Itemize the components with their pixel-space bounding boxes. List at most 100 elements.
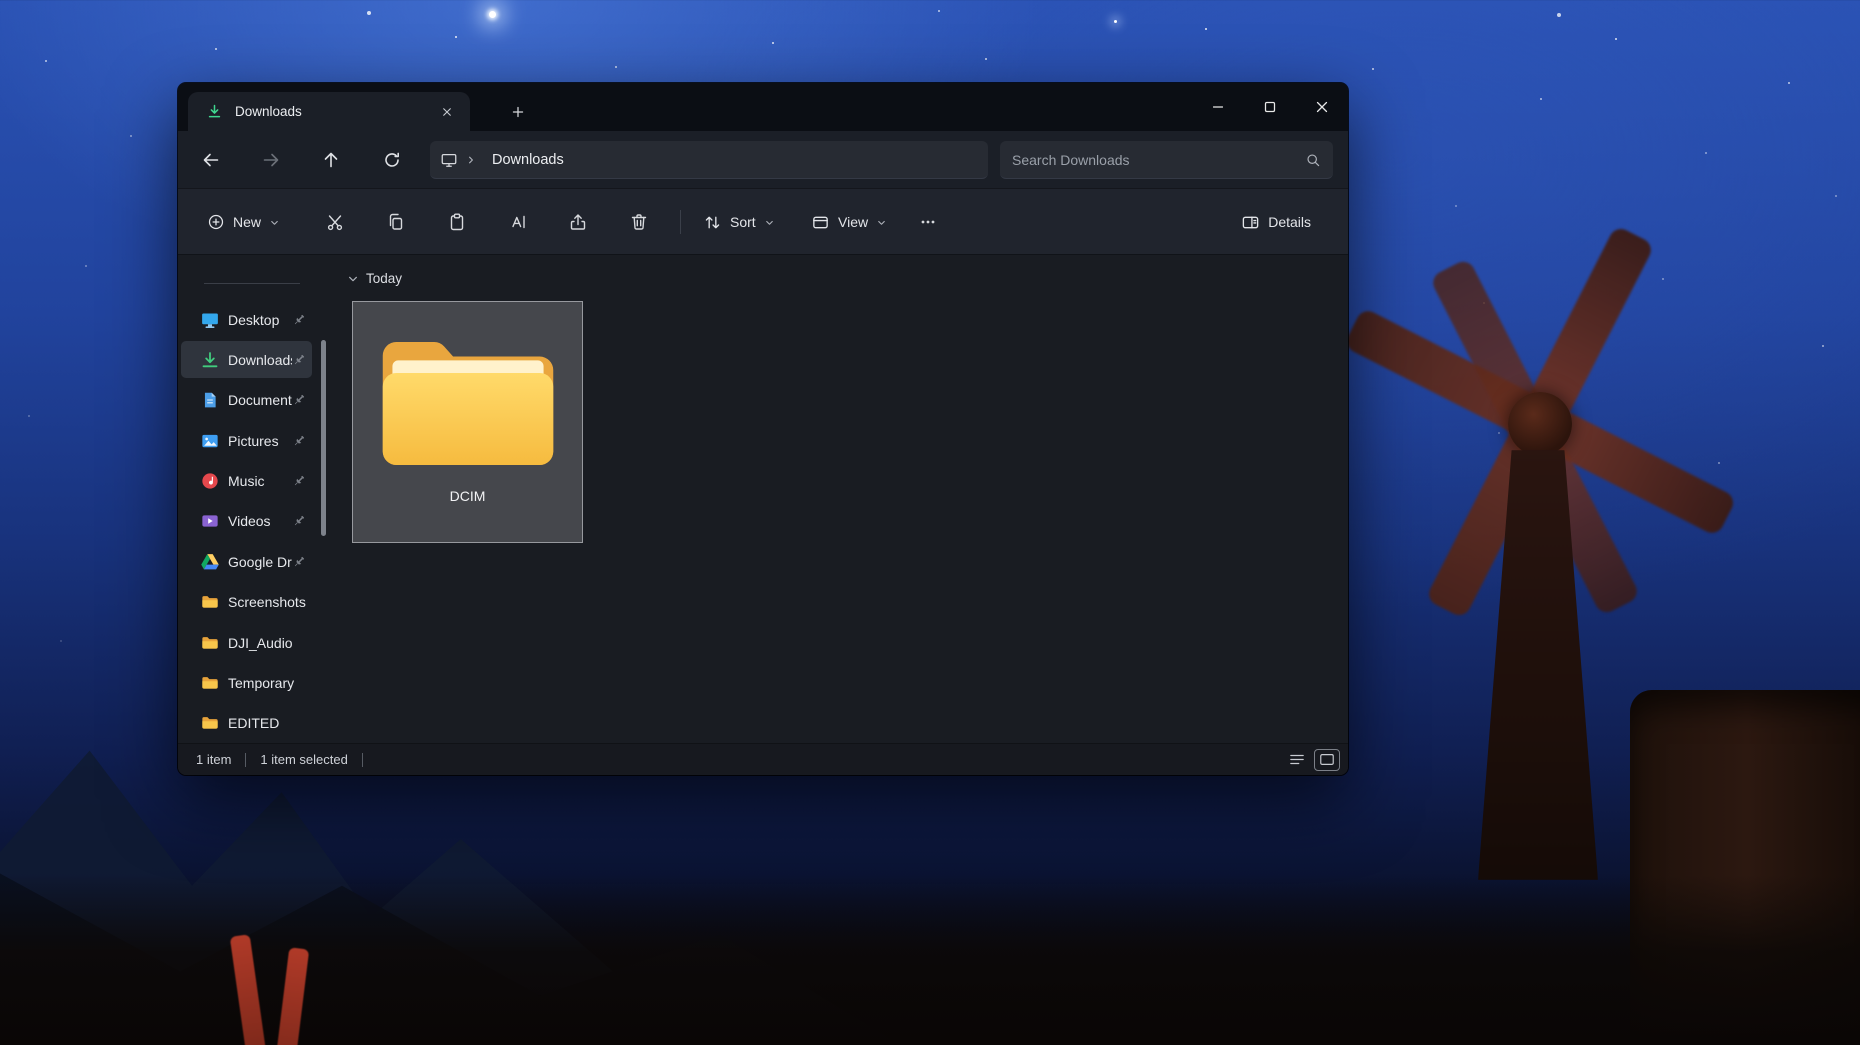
pin-icon [292, 434, 306, 448]
sidebar-item-downloads[interactable]: Downloads [181, 341, 312, 378]
sidebar-item-label: Pictures [228, 433, 292, 449]
group-header-today[interactable]: Today [347, 271, 402, 286]
documents-icon [201, 391, 219, 409]
pin-icon [292, 474, 306, 488]
forward-button[interactable] [251, 140, 291, 180]
explorer-content: Desktop Downloads [178, 255, 1348, 743]
new-button-label: New [233, 214, 261, 230]
sidebar-item-label: Temporary [228, 675, 306, 691]
selection-status: 1 item selected [260, 752, 347, 767]
music-icon [201, 472, 219, 490]
new-tab-button[interactable] [504, 98, 532, 126]
more-options-button[interactable] [908, 204, 948, 240]
chevron-down-icon [764, 217, 775, 228]
copy-button[interactable] [376, 204, 416, 240]
search-input[interactable] [1012, 152, 1305, 168]
tab-title: Downloads [235, 104, 434, 119]
delete-button[interactable] [619, 204, 659, 240]
view-button[interactable]: View [800, 204, 898, 240]
sort-button[interactable]: Sort [692, 204, 786, 240]
cut-button[interactable] [315, 204, 355, 240]
sidebar-item-google-drive[interactable]: Google Drive [181, 543, 312, 580]
starfield [0, 0, 2, 2]
folder-icon [201, 714, 219, 732]
pin-icon [292, 514, 306, 528]
tab-close-icon[interactable] [434, 99, 460, 125]
sidebar-divider [204, 283, 300, 284]
sort-icon [703, 213, 722, 232]
view-button-label: View [838, 214, 868, 230]
sidebar-item-temporary[interactable]: Temporary [181, 665, 312, 702]
videos-icon [201, 512, 219, 530]
chevron-down-icon [269, 217, 280, 228]
address-bar[interactable]: Downloads [430, 141, 988, 179]
pictures-icon [201, 432, 219, 450]
sidebar-item-label: Screenshots [228, 594, 306, 610]
breadcrumb-chevron-icon[interactable] [464, 153, 478, 167]
file-item-dcim[interactable]: DCIM [352, 301, 583, 543]
refresh-button[interactable] [372, 140, 412, 180]
view-icon [811, 213, 830, 232]
new-button[interactable]: New [196, 204, 291, 240]
google-drive-icon [201, 553, 219, 571]
sidebar-scrollbar[interactable] [321, 340, 326, 536]
file-explorer-window: Downloads [178, 83, 1348, 775]
folder-icon [201, 674, 219, 692]
sidebar-item-screenshots[interactable]: Screenshots [181, 584, 312, 621]
back-button[interactable] [191, 140, 231, 180]
close-button[interactable] [1296, 83, 1348, 131]
window-controls [1192, 83, 1348, 131]
details-pane-button[interactable]: Details [1230, 204, 1322, 240]
maximize-button[interactable] [1244, 83, 1296, 131]
download-tab-icon [206, 103, 223, 120]
chevron-down-icon [876, 217, 887, 228]
sidebar-list: Desktop Downloads [178, 301, 333, 745]
pin-icon [292, 313, 306, 327]
navigation-pane: Desktop Downloads [178, 255, 333, 743]
sidebar-item-videos[interactable]: Videos [181, 503, 312, 540]
sidebar-item-label: Videos [228, 513, 292, 529]
details-view-button[interactable] [1284, 749, 1310, 771]
details-pane-label: Details [1268, 214, 1311, 230]
sidebar-item-dji-audio[interactable]: DJI_Audio [181, 624, 312, 661]
pin-icon [292, 393, 306, 407]
windmill-hub [1508, 392, 1572, 456]
share-button[interactable] [558, 204, 598, 240]
file-name: DCIM [450, 488, 486, 504]
paste-button[interactable] [437, 204, 477, 240]
search-icon[interactable] [1305, 152, 1321, 168]
up-button[interactable] [311, 140, 351, 180]
status-bar: 1 item 1 item selected [178, 743, 1348, 775]
chevron-down-icon[interactable] [347, 273, 359, 285]
sidebar-item-edited[interactable]: EDITED [181, 705, 312, 742]
sidebar-item-label: DJI_Audio [228, 635, 306, 651]
titlebar: Downloads [178, 83, 1348, 131]
toolbar-separator [680, 210, 681, 234]
sidebar-item-music[interactable]: Music [181, 463, 312, 500]
sidebar-item-documents[interactable]: Documents [181, 382, 312, 419]
explorer-tab-downloads[interactable]: Downloads [188, 92, 470, 131]
desktop-icon [201, 311, 219, 329]
star [1114, 20, 1117, 23]
sidebar-item-label: Desktop [228, 312, 292, 328]
statusbar-divider [245, 753, 246, 767]
file-list-pane: Today DCIM [333, 255, 1348, 743]
item-count: 1 item [196, 752, 231, 767]
this-pc-icon [440, 151, 458, 169]
breadcrumb-location[interactable]: Downloads [492, 152, 564, 168]
command-toolbar: New [178, 189, 1348, 255]
folder-icon [375, 328, 561, 480]
plus-circle-icon [207, 213, 225, 231]
group-header-label: Today [366, 271, 402, 286]
sidebar-item-desktop[interactable]: Desktop [181, 301, 312, 338]
rename-button[interactable] [498, 204, 538, 240]
minimize-button[interactable] [1192, 83, 1244, 131]
statusbar-divider [362, 753, 363, 767]
search-box [1000, 141, 1333, 179]
downloads-icon [201, 351, 219, 369]
sidebar-item-label: Music [228, 473, 292, 489]
sidebar-item-label: Downloads [228, 352, 292, 368]
sort-button-label: Sort [730, 214, 756, 230]
thumbnail-view-button[interactable] [1314, 749, 1340, 771]
sidebar-item-pictures[interactable]: Pictures [181, 422, 312, 459]
